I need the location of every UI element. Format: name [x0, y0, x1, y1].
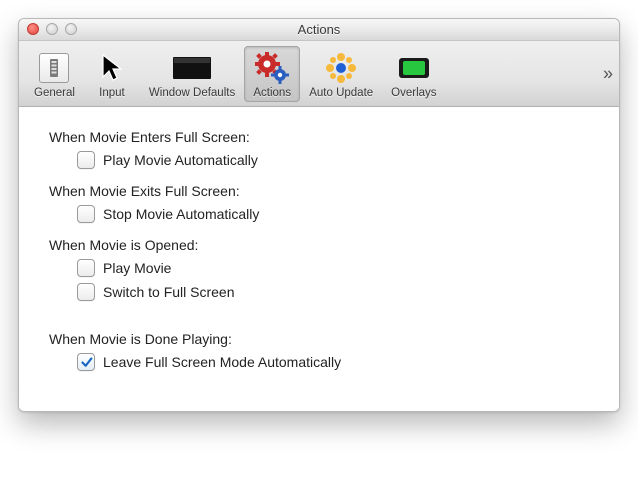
close-button[interactable] — [27, 23, 39, 35]
option-leave-fullscreen-auto[interactable]: Leave Full Screen Mode Automatically — [77, 353, 589, 371]
checkbox[interactable] — [77, 205, 95, 223]
screen-icon — [171, 51, 213, 85]
option-stop-movie-automatically[interactable]: Stop Movie Automatically — [77, 205, 589, 223]
checkbox[interactable] — [77, 151, 95, 169]
overlay-icon — [396, 51, 432, 85]
heading-movie-opened: When Movie is Opened: — [49, 237, 589, 253]
option-label: Leave Full Screen Mode Automatically — [103, 354, 341, 370]
film-icon — [39, 51, 69, 85]
tab-auto-update[interactable]: Auto Update — [300, 46, 382, 102]
option-switch-to-fullscreen[interactable]: Switch to Full Screen — [77, 283, 589, 301]
sparkle-icon — [324, 51, 358, 85]
zoom-button[interactable] — [65, 23, 77, 35]
cursor-icon — [99, 51, 125, 85]
toolbar: General Input Window Defaults — [19, 41, 619, 107]
option-label: Stop Movie Automatically — [103, 206, 259, 222]
content-pane: When Movie Enters Full Screen: Play Movi… — [19, 107, 619, 411]
heading-exit-fullscreen: When Movie Exits Full Screen: — [49, 183, 589, 199]
tab-label: Actions — [253, 87, 291, 99]
option-label: Play Movie — [103, 260, 171, 276]
tab-label: Window Defaults — [149, 87, 235, 99]
option-label: Play Movie Automatically — [103, 152, 258, 168]
tab-label: Auto Update — [309, 87, 373, 99]
overflow-button[interactable]: » — [603, 63, 611, 84]
option-play-movie-automatically[interactable]: Play Movie Automatically — [77, 151, 589, 169]
titlebar: Actions — [19, 19, 619, 41]
checkbox[interactable] — [77, 353, 95, 371]
gears-icon — [255, 51, 289, 85]
traffic-lights — [27, 23, 77, 35]
tab-window-defaults[interactable]: Window Defaults — [140, 46, 244, 102]
checkbox[interactable] — [77, 259, 95, 277]
window-title: Actions — [298, 22, 341, 37]
tab-actions[interactable]: Actions — [244, 46, 300, 102]
heading-enter-fullscreen: When Movie Enters Full Screen: — [49, 129, 589, 145]
tab-label: Input — [99, 87, 125, 99]
tab-overlays[interactable]: Overlays — [382, 46, 445, 102]
tab-general[interactable]: General — [25, 46, 84, 102]
minimize-button[interactable] — [46, 23, 58, 35]
option-label: Switch to Full Screen — [103, 284, 235, 300]
tab-input[interactable]: Input — [84, 46, 140, 102]
checkbox[interactable] — [77, 283, 95, 301]
tab-label: Overlays — [391, 87, 436, 99]
option-play-movie[interactable]: Play Movie — [77, 259, 589, 277]
tab-label: General — [34, 87, 75, 99]
preferences-window: Actions General — [18, 18, 620, 412]
heading-done-playing: When Movie is Done Playing: — [49, 331, 589, 347]
